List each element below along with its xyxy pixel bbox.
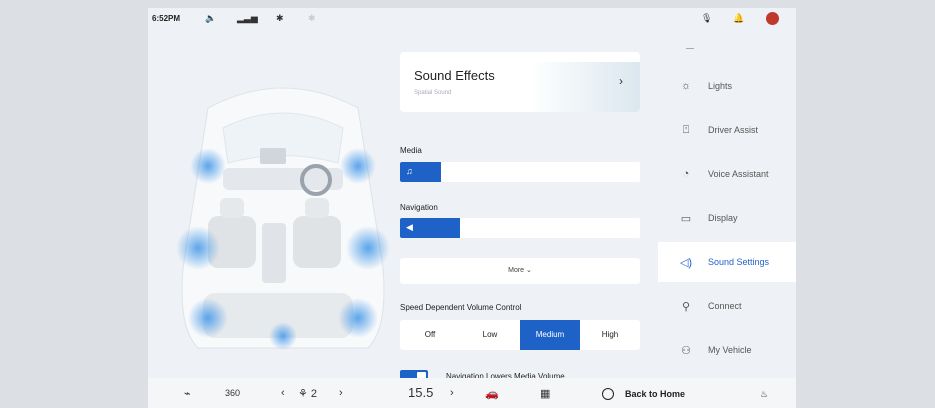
bottom-dock: ⌁ 360 ‹ ⚘ 2 › 15.5 › 🚗 ▦ Back to Home ♨	[148, 378, 796, 408]
sidebar-item-label: Display	[708, 213, 738, 223]
status-bar: 6:52PM 🔈 ▂▃▅ ✱ ✱ 🎙 🔔	[148, 8, 796, 32]
wifi-icon: ✱	[308, 13, 316, 23]
music-note-icon: ♫	[406, 166, 413, 176]
home-circle-icon[interactable]	[602, 388, 614, 400]
navigation-label: Navigation	[400, 203, 438, 212]
status-time: 6:52PM	[152, 14, 181, 23]
more-button[interactable]: More ⌄	[400, 258, 640, 284]
car-interior-illustration	[176, 87, 390, 350]
connect-icon: ⚲	[681, 301, 691, 313]
sidebar-item-label: Connect	[708, 301, 742, 311]
signal-icon: ▂▃▅	[237, 13, 258, 23]
sidebar-item-label: Voice Assistant	[708, 169, 769, 179]
fan-speed: ⚘ 2	[298, 388, 318, 400]
speaker-icon: ◁)	[679, 257, 693, 269]
speed-volume-label: Speed Dependent Volume Control	[400, 303, 522, 312]
scroll-indicator	[686, 48, 694, 49]
temperature-value: 15.5	[408, 385, 434, 400]
media-label: Media	[400, 146, 422, 155]
vehicle-icon: ⚇	[681, 345, 691, 357]
back-to-home-button[interactable]: Back to Home	[625, 389, 685, 399]
navigation-volume-slider[interactable]: ◀	[400, 218, 640, 238]
camera-360-button[interactable]: 360	[225, 388, 240, 398]
speed-volume-selector: Off Low Medium High	[400, 320, 640, 350]
temperature-increase-button[interactable]: ›	[450, 387, 454, 399]
fan-increase-button[interactable]: ›	[339, 387, 343, 399]
sound-wave-graphic	[530, 62, 640, 112]
sidebar-item-sound-settings[interactable]: ◁) Sound Settings	[658, 242, 796, 282]
sidebar-item-driver-assist[interactable]: ⍞ Driver Assist	[658, 110, 796, 150]
speed-volume-medium[interactable]: Medium	[520, 320, 580, 350]
volume-icon[interactable]: 🔈	[205, 13, 216, 24]
sidebar-item-my-vehicle[interactable]: ⚇ My Vehicle	[658, 330, 796, 370]
driver-assist-icon: ⍞	[682, 124, 690, 136]
navigation-arrow-icon: ◀	[406, 222, 413, 232]
sidebar-item-lights[interactable]: ☼ Lights	[658, 66, 796, 106]
sound-settings-panel: Sound Effects Spatial Sound › Media ♫ Na…	[400, 52, 640, 383]
wiper-icon[interactable]: ⌁	[184, 387, 191, 400]
settings-sidebar: ☼ Lights ⍞ Driver Assist ◔ Voice Assista…	[658, 48, 796, 378]
speed-volume-low[interactable]: Low	[460, 320, 520, 350]
sidebar-item-label: Driver Assist	[708, 125, 759, 135]
speed-volume-high[interactable]: High	[580, 320, 640, 350]
bluetooth-icon[interactable]: ✱	[276, 13, 284, 24]
sidebar-item-connect[interactable]: ⚲ Connect	[658, 286, 796, 326]
sidebar-item-label: Lights	[708, 81, 733, 91]
sidebar-item-display[interactable]: ▭ Display	[658, 198, 796, 238]
car-icon[interactable]: 🚗	[485, 387, 499, 400]
media-volume-slider[interactable]: ♫	[400, 162, 640, 182]
bell-icon[interactable]: 🔔	[733, 13, 744, 24]
sound-effects-subtitle: Spatial Sound	[414, 90, 452, 96]
speed-volume-off[interactable]: Off	[400, 320, 460, 350]
chevron-right-icon: ›	[619, 74, 623, 88]
screen: 6:52PM 🔈 ▂▃▅ ✱ ✱ 🎙 🔔 Sound Effects Spati…	[148, 8, 796, 408]
sidebar-item-label: My Vehicle	[708, 345, 752, 355]
sound-effects-card[interactable]: Sound Effects Spatial Sound ›	[400, 52, 640, 112]
apps-grid-icon[interactable]: ▦	[540, 387, 550, 400]
light-icon: ☼	[680, 80, 692, 92]
sidebar-item-label: Sound Settings	[708, 257, 770, 267]
fan-decrease-button[interactable]: ‹	[281, 387, 285, 399]
sound-effects-title: Sound Effects	[414, 68, 495, 83]
display-icon: ▭	[680, 213, 692, 225]
mic-icon[interactable]: 🎙	[701, 13, 712, 24]
avatar[interactable]	[766, 12, 779, 25]
seat-heater-icon[interactable]: ♨	[760, 389, 768, 400]
sidebar-item-voice-assistant[interactable]: ◔ Voice Assistant	[658, 154, 796, 194]
voice-assistant-icon: ◔	[682, 168, 690, 180]
